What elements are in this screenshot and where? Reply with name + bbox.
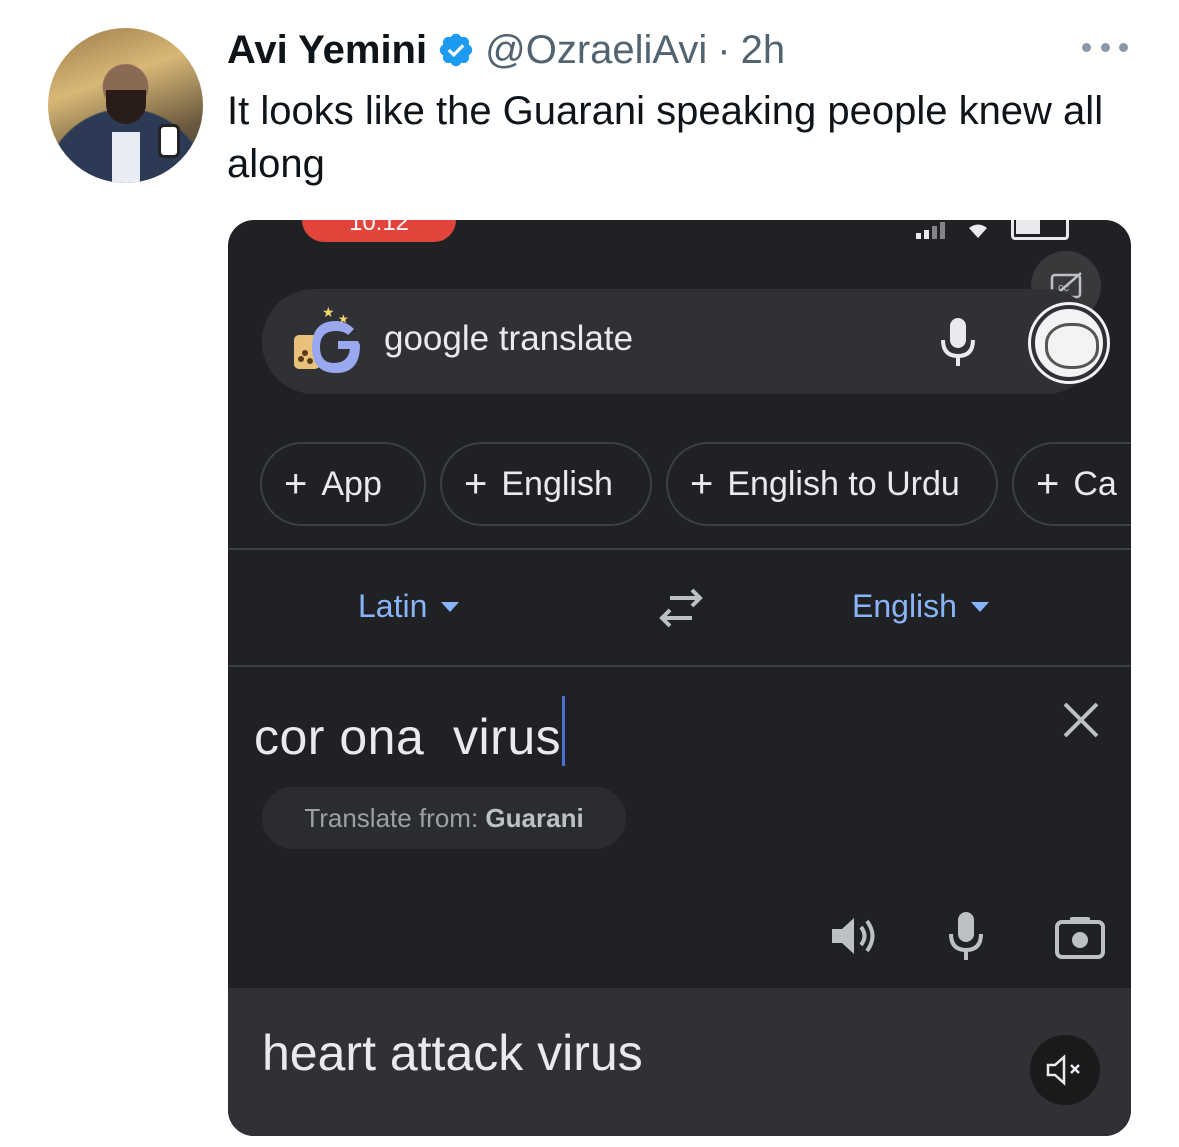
chip-partial[interactable]: + Ca [1012, 442, 1131, 526]
camera-icon[interactable] [1054, 914, 1106, 960]
more-options-icon[interactable] [1082, 38, 1128, 56]
author-name[interactable]: Avi Yemini [227, 28, 427, 73]
microphone-icon[interactable] [938, 316, 978, 370]
chip-label: English [501, 464, 613, 503]
avatar-beard [106, 90, 146, 124]
chip-english-to-urdu[interactable]: + English to Urdu [666, 442, 998, 526]
plus-icon: + [1036, 461, 1060, 506]
plus-icon: + [690, 461, 714, 506]
translated-text: heart attack virus [262, 1025, 643, 1081]
search-bar[interactable]: ★ ★ google translate [262, 289, 1107, 394]
signal-icon [916, 221, 945, 239]
svg-text:★: ★ [322, 304, 335, 320]
chip-app[interactable]: + App [260, 442, 426, 526]
muted-speaker-icon[interactable] [1030, 1035, 1100, 1105]
divider [228, 665, 1131, 667]
target-language-label: English [852, 588, 957, 624]
plus-icon: + [464, 461, 488, 506]
avatar-microphone [158, 124, 180, 158]
chip-english[interactable]: + English [440, 442, 652, 526]
status-bar-clock: 10:12 [302, 220, 456, 242]
detected-language-chip[interactable]: Translate from: Guarani [262, 787, 626, 849]
svg-text:★: ★ [338, 312, 349, 326]
tweet-timestamp[interactable]: 2h [741, 28, 786, 73]
language-selector-row: Latin English [228, 550, 1131, 665]
translation-output[interactable]: heart attack virus [228, 988, 1131, 1136]
speaker-icon[interactable] [828, 914, 880, 958]
google-logo-icon: ★ ★ [294, 304, 360, 373]
chip-label: Ca [1073, 464, 1117, 503]
chip-label: App [321, 464, 382, 503]
source-language-label: Latin [358, 588, 428, 624]
source-text: cor ona virus [254, 709, 562, 765]
author-handle[interactable]: @OzraeliAvi [485, 28, 707, 73]
detected-language: Guarani [485, 803, 584, 833]
battery-icon [1011, 220, 1069, 240]
separator-dot: · [717, 27, 731, 72]
verified-badge-icon [439, 33, 473, 67]
tweet-author-row: Avi Yemini @OzraeliAvi · 2h [227, 25, 785, 75]
target-language-button[interactable]: English [852, 588, 989, 625]
status-bar-icons [916, 220, 1069, 240]
search-query: google translate [384, 319, 634, 358]
profile-avatar[interactable] [1031, 305, 1107, 381]
plus-icon: + [284, 461, 308, 506]
chevron-down-icon [970, 601, 989, 612]
wifi-icon [969, 224, 987, 238]
source-language-button[interactable]: Latin [358, 588, 460, 625]
avatar-shirt [112, 132, 140, 183]
text-cursor [562, 696, 566, 766]
chip-label: English to Urdu [727, 464, 960, 503]
clear-icon[interactable] [1061, 700, 1101, 740]
swap-languages-icon[interactable] [656, 586, 706, 630]
suggestion-chips: + App + English + English to Urdu + Ca [260, 442, 1131, 526]
microphone-icon[interactable] [946, 910, 986, 964]
chevron-down-icon [441, 601, 460, 612]
tweet-text: It looks like the Guarani speaking peopl… [227, 89, 1104, 186]
detect-prefix: Translate from: [304, 803, 479, 833]
author-avatar[interactable] [48, 28, 203, 183]
tweet-media-screenshot[interactable]: 10:12 cc ★ ★ google translate [228, 220, 1131, 1136]
source-text-input[interactable]: cor ona virus [254, 696, 566, 766]
